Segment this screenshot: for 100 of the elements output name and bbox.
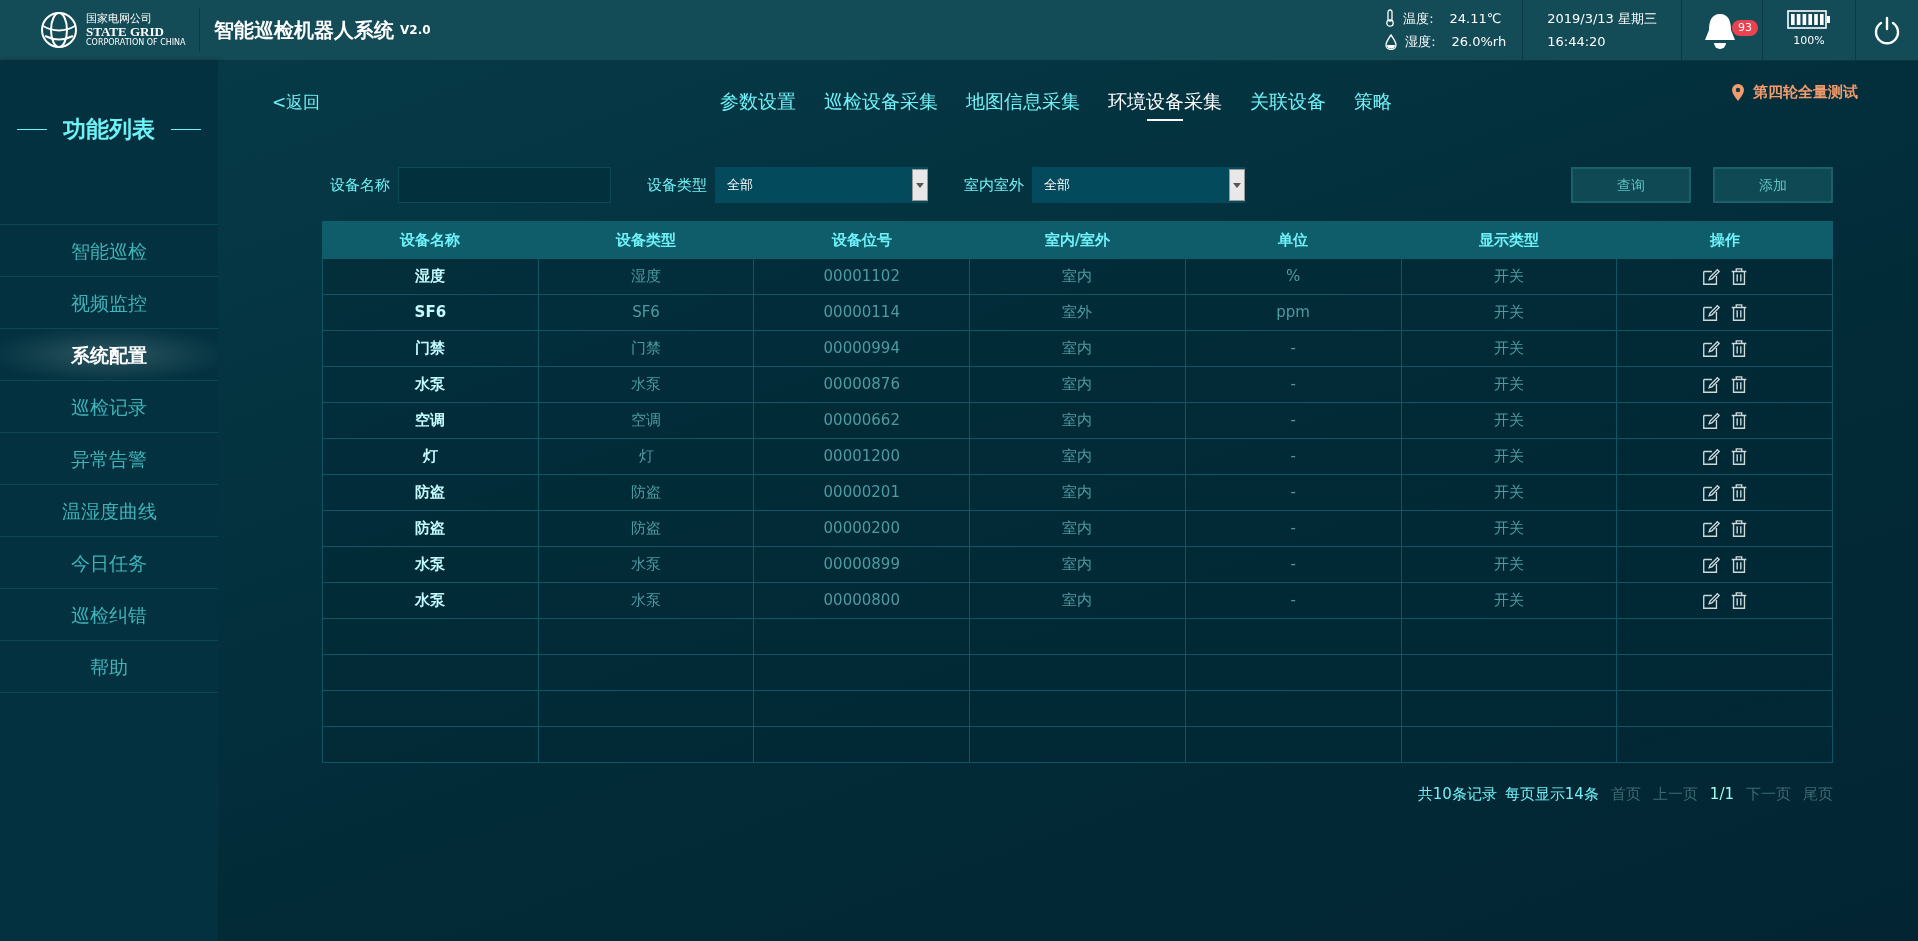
edit-icon[interactable] [1700, 518, 1721, 539]
record-count-text: 每页显示14条 [1504, 784, 1599, 805]
location-pin-icon [1731, 82, 1745, 102]
dropdown[interactable]: 全部 [715, 167, 928, 203]
drop-icon [1385, 33, 1398, 50]
tab[interactable]: 环境设备采集 [1093, 74, 1236, 132]
table-cell: 00000200 [753, 510, 970, 547]
caret-icon [916, 182, 924, 188]
edit-icon[interactable] [1700, 302, 1721, 323]
edit-icon[interactable] [1700, 590, 1721, 611]
tab[interactable]: 地图信息采集 [951, 74, 1094, 132]
edit-icon[interactable] [1700, 338, 1721, 359]
input-field[interactable] [398, 167, 611, 203]
edit-icon[interactable] [1700, 266, 1721, 287]
table-cell: 开关 [1401, 330, 1617, 367]
table-cell: 开关 [1401, 510, 1617, 547]
table-cell: 开关 [1401, 402, 1617, 439]
table-cell: 防盗 [538, 510, 754, 547]
table-cell: 门禁 [538, 330, 754, 367]
table-cell: SF6 [538, 294, 754, 331]
tab[interactable]: 关联设备 [1235, 74, 1340, 132]
table-cell: 开关 [1401, 474, 1617, 511]
table-cell: 空调 [538, 402, 754, 439]
table-cell: - [1185, 546, 1401, 583]
table-cell: 水泵 [538, 546, 754, 583]
table-cell: 水泵 [322, 582, 539, 619]
edit-icon[interactable] [1700, 482, 1721, 503]
table-cell: 室内 [969, 438, 1186, 475]
table-cell: 室内 [969, 258, 1186, 295]
table-cell: 防盗 [538, 474, 754, 511]
table-cell: 00000899 [753, 546, 970, 583]
filter-label: 室内室外 [964, 174, 1024, 196]
action-button[interactable]: 添加 [1713, 167, 1833, 203]
sidebar-title: 功能列表 [63, 114, 155, 144]
time-text: 16:44:20 [1547, 33, 1607, 51]
location-text: 第四轮全量测试 [1753, 82, 1858, 103]
date-text: 2019/3/13 星期三 [1547, 9, 1657, 28]
action-button[interactable]: 查询 [1571, 167, 1691, 203]
table-cell: 室内 [969, 402, 1186, 439]
temperature-label: 温度: [1403, 9, 1434, 28]
column-header: 室内/室外 [969, 221, 1186, 259]
filter-label: 设备名称 [330, 174, 390, 196]
table-cell: 00000994 [753, 330, 970, 367]
table-cell: ppm [1185, 294, 1401, 331]
tab[interactable]: 参数设置 [705, 74, 810, 132]
table-cell: 室内 [969, 330, 1186, 367]
table-cell: - [1185, 330, 1401, 367]
table-cell: - [1185, 366, 1401, 403]
table-cell: 室内 [969, 510, 1186, 547]
thermometer-icon [1385, 9, 1396, 28]
table-cell: - [1185, 402, 1401, 439]
org-subtitle: CORPORATION OF CHINA [86, 37, 186, 48]
table-cell: 室外 [969, 294, 1186, 331]
column-header: 单位 [1185, 221, 1401, 259]
battery-reading: 100% [1793, 33, 1825, 50]
table-cell: 00001200 [753, 438, 970, 475]
table-cell: 防盗 [322, 474, 539, 511]
table-cell: - [1185, 510, 1401, 547]
table-cell: 室内 [969, 474, 1186, 511]
table-cell: 水泵 [322, 366, 539, 403]
power-icon[interactable] [1872, 15, 1902, 45]
table-cell: 水泵 [538, 366, 754, 403]
column-header: 设备类型 [538, 221, 754, 259]
table-cell: 室内 [969, 366, 1186, 403]
table-cell: % [1185, 258, 1401, 295]
table-cell: 开关 [1401, 546, 1617, 583]
caret-icon [1233, 182, 1241, 188]
table-cell: 防盗 [322, 510, 539, 547]
dropdown[interactable]: 全部 [1032, 167, 1245, 203]
tab[interactable]: 巡检设备采集 [809, 74, 952, 132]
logo-icon [40, 11, 78, 49]
table-cell: 开关 [1401, 258, 1617, 295]
edit-icon[interactable] [1700, 446, 1721, 467]
table-cell: SF6 [322, 294, 539, 331]
table-cell: 开关 [1401, 582, 1617, 619]
table-cell: 00000662 [753, 402, 970, 439]
table-cell: 灯 [322, 438, 539, 475]
tab[interactable]: 策略 [1339, 74, 1406, 132]
back-link[interactable]: <返回 [272, 90, 321, 116]
table-cell: 门禁 [322, 330, 539, 367]
column-header: 显示类型 [1401, 221, 1617, 259]
table-cell: - [1185, 474, 1401, 511]
version-label: V2.0 [400, 22, 431, 39]
edit-icon[interactable] [1700, 410, 1721, 431]
table-cell: - [1185, 582, 1401, 619]
column-header: 设备位号 [753, 221, 970, 259]
record-count-text: 共10条记录 [1417, 784, 1497, 805]
humidity-label: 湿度: [1405, 33, 1436, 51]
sidebar-item[interactable]: 系统配置 [0, 329, 218, 381]
table-cell: 开关 [1401, 294, 1617, 331]
table-cell: 00000114 [753, 294, 970, 331]
table-cell: 00000876 [753, 366, 970, 403]
alarm-count-badge: 93 [1732, 20, 1758, 36]
table-cell: 开关 [1401, 366, 1617, 403]
filter-label: 设备类型 [647, 174, 707, 196]
org-name-en: STATE GRID [86, 24, 164, 38]
org-name: 国家电网公司 [86, 12, 153, 25]
edit-icon[interactable] [1700, 554, 1721, 575]
table-cell: 室内 [969, 546, 1186, 583]
edit-icon[interactable] [1700, 374, 1721, 395]
